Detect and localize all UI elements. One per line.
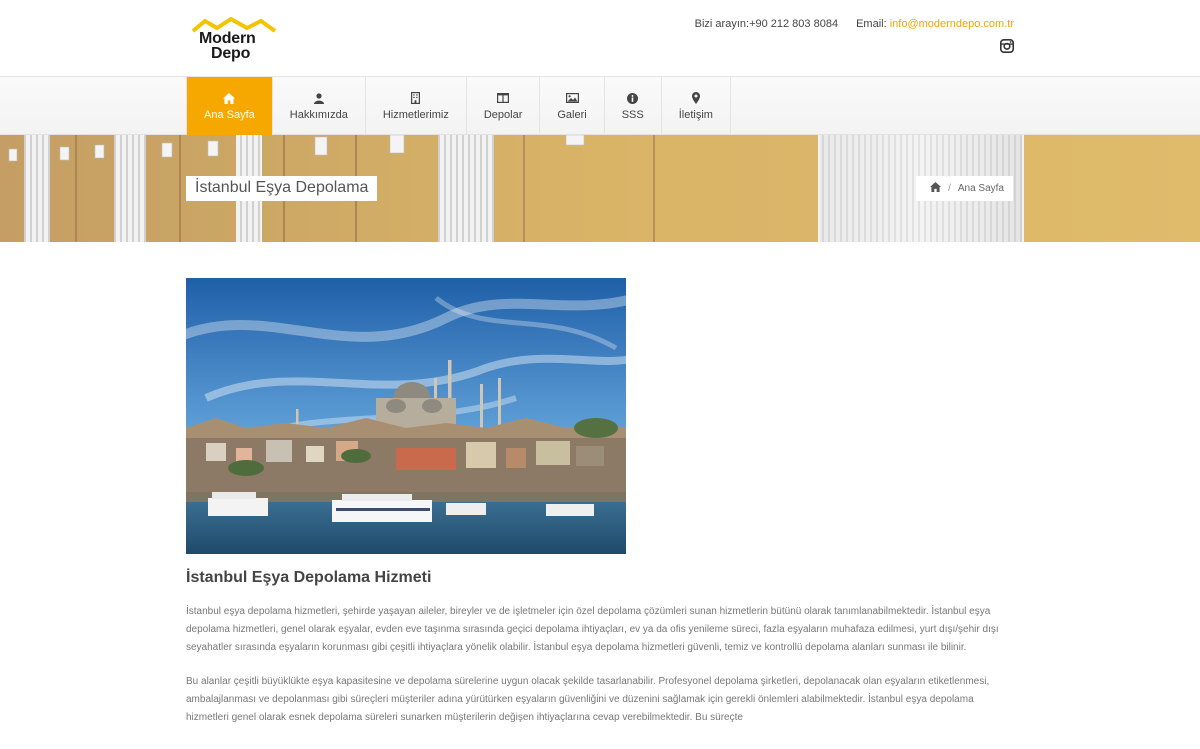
email-label: Email: — [856, 18, 887, 30]
site-logo[interactable]: Modern Depo — [191, 17, 277, 65]
email-link[interactable]: info@moderndepo.com.tr — [890, 18, 1014, 30]
nav-label: Ana Sayfa — [204, 109, 255, 121]
logo-line-2: Depo — [211, 45, 251, 62]
nav-item-depolar[interactable]: Depolar — [467, 77, 541, 135]
logo-line-1: Modern — [199, 30, 256, 47]
nav-item-hizmetlerimiz[interactable]: Hizmetlerimiz — [366, 77, 467, 135]
breadcrumb-separator: / — [948, 183, 951, 194]
nav-label: İletişim — [678, 109, 713, 121]
nav-item-hakkimizda[interactable]: Hakkımızda — [273, 77, 366, 135]
page-title: İstanbul Eşya Depolama — [186, 176, 378, 201]
map-marker-icon — [691, 91, 700, 105]
nav-label: Hizmetlerimiz — [382, 109, 449, 121]
logo-text: Modern Depo — [199, 30, 256, 62]
phone-number[interactable]: +90 212 803 8084 — [749, 18, 838, 30]
nav-label: SSS — [621, 109, 644, 121]
nav-item-galeri[interactable]: Galeri — [540, 77, 605, 135]
breadcrumb: / Ana Sayfa — [916, 176, 1013, 201]
info-icon — [627, 91, 639, 105]
columns-icon — [497, 91, 510, 105]
banner-background-image — [0, 135, 1200, 242]
main-content: İstanbul Eşya Depolama Hizmeti İstanbul … — [186, 278, 1014, 727]
article-paragraph-2: Bu alanlar çeşitli büyüklükte eşya kapas… — [186, 676, 990, 723]
main-nav: Ana Sayfa Hakkımızda Hizmetlerimiz Depol… — [0, 77, 1200, 135]
building-icon — [411, 91, 421, 105]
site-header: Modern Depo Bizi arayın:+90 212 803 8084… — [0, 0, 1200, 77]
page-banner: İstanbul Eşya Depolama / Ana Sayfa — [0, 135, 1200, 242]
article-paragraph-1: İstanbul eşya depolama hizmetleri, şehir… — [186, 606, 999, 653]
nav-label: Hakkımızda — [289, 109, 348, 121]
nav-label: Galeri — [557, 109, 587, 121]
nav-item-sss[interactable]: SSS — [605, 77, 662, 135]
instagram-icon[interactable] — [1000, 39, 1014, 53]
user-icon — [313, 91, 324, 105]
nav-item-iletisim[interactable]: İletişim — [662, 77, 731, 135]
nav-list: Ana Sayfa Hakkımızda Hizmetlerimiz Depol… — [186, 77, 731, 135]
article-title: İstanbul Eşya Depolama Hizmeti — [186, 569, 432, 586]
home-icon[interactable] — [930, 182, 942, 195]
nav-label: Depolar — [483, 109, 523, 121]
header-contact: Bizi arayın:+90 212 803 8084 Email: info@… — [695, 18, 1014, 30]
nav-item-ana-sayfa[interactable]: Ana Sayfa — [187, 77, 273, 135]
phone-label: Bizi arayın: — [694, 18, 750, 30]
image-icon — [565, 91, 579, 105]
istanbul-hero-image — [186, 278, 626, 554]
breadcrumb-current[interactable]: Ana Sayfa — [958, 183, 1004, 194]
home-icon — [223, 91, 236, 105]
